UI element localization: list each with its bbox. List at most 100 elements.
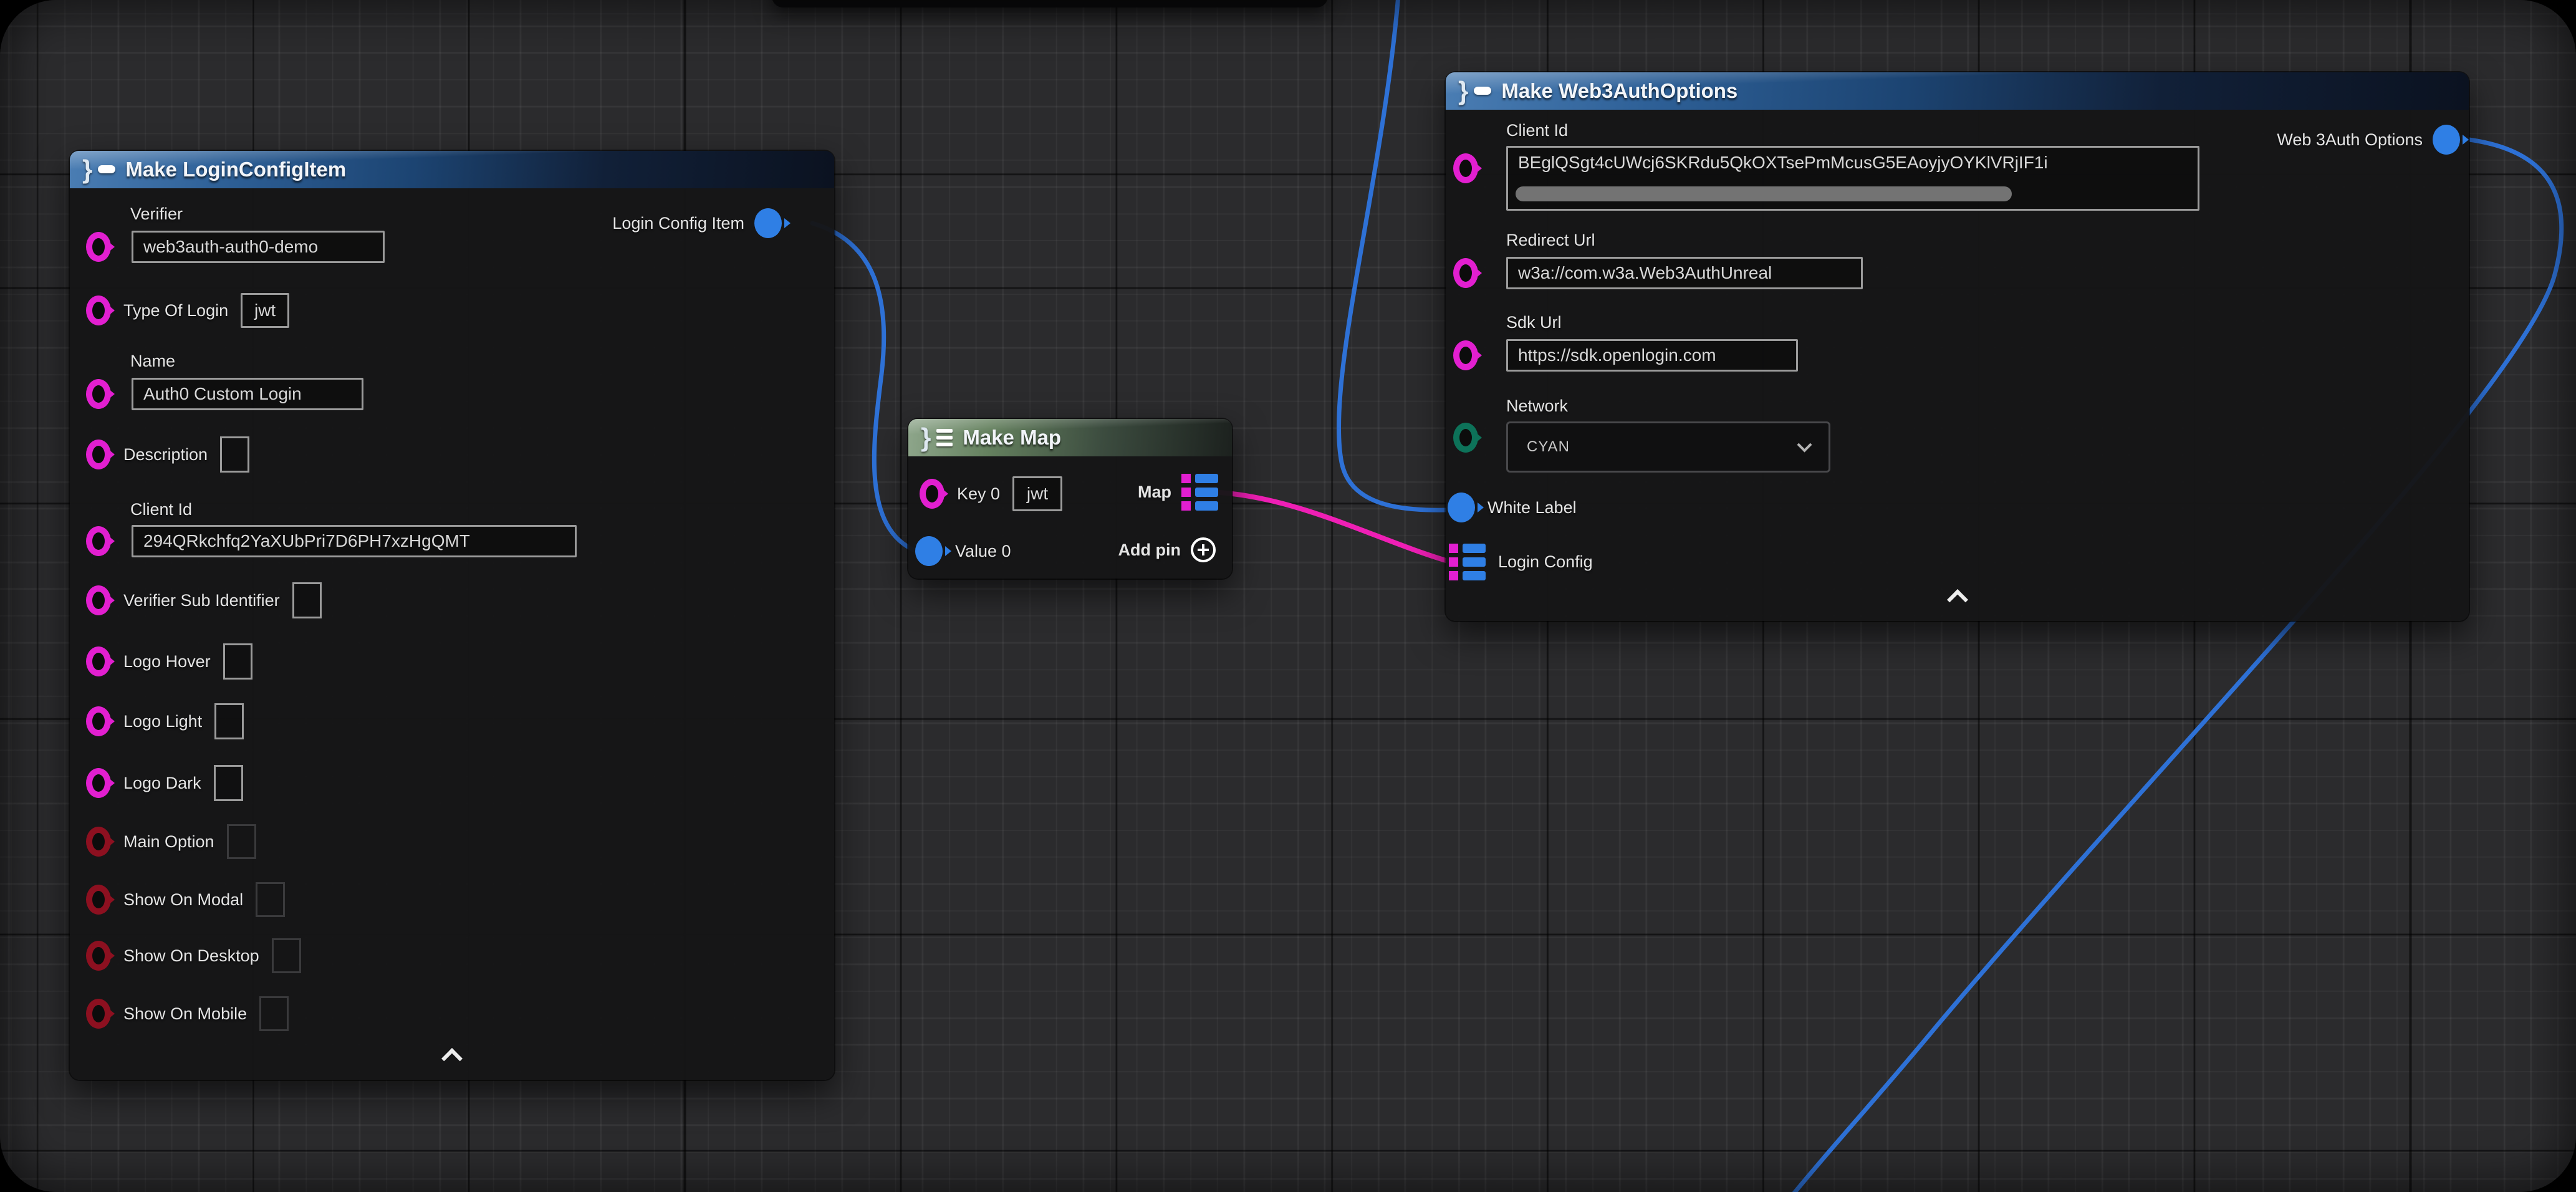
output-pin-label: Login Config Item [612, 214, 744, 233]
node-make-loginconfigitem[interactable]: } Make LoginConfigItem Login Config Item… [70, 151, 834, 1080]
main-option-row: Main Option [86, 824, 256, 859]
network-pin[interactable] [1453, 423, 1478, 453]
client-id-pin[interactable] [86, 526, 111, 556]
show-on-modal-label: Show On Modal [123, 890, 243, 910]
redirect-url-label: Redirect Url [1506, 231, 1595, 250]
show-on-mobile-row: Show On Mobile [86, 996, 289, 1031]
verifier-sub-identifier-row: Verifier Sub Identifier [86, 582, 322, 618]
value0-label: Value 0 [955, 542, 1011, 561]
description-field[interactable] [220, 436, 249, 473]
key0-row: Key 0 jwt [920, 476, 1062, 511]
logo-light-field[interactable] [214, 703, 244, 739]
white-label-row: White Label [1448, 493, 1577, 522]
white-label-pin[interactable] [1448, 493, 1475, 522]
logo-light-label: Logo Light [123, 712, 202, 731]
client-id-field[interactable]: BEglQSgt4cUWcj6SKRdu5QkOXTsePmMcusG5EAoy… [1506, 146, 2199, 211]
logo-light-pin[interactable] [86, 706, 111, 736]
client-id-pin[interactable] [1453, 153, 1478, 183]
main-option-label: Main Option [123, 832, 214, 852]
sdk-url-field[interactable]: https://sdk.openlogin.com [1506, 339, 1798, 372]
type-of-login-row: Type Of Login jwt [86, 293, 289, 328]
wire-top-to-whitelabel[interactable] [1338, 0, 1449, 510]
sdk-url-pin[interactable] [1453, 340, 1478, 370]
login-config-pin[interactable] [1449, 544, 1486, 580]
add-pin-row[interactable]: Add pin [1118, 537, 1216, 562]
logo-hover-label: Logo Hover [123, 652, 211, 671]
add-pin-label: Add pin [1118, 541, 1181, 560]
sdk-url-label: Sdk Url [1506, 313, 1562, 332]
login-config-item-output-pin[interactable] [754, 208, 782, 238]
type-of-login-field[interactable]: jwt [241, 293, 289, 328]
map-output-pin[interactable] [1181, 474, 1218, 511]
type-of-login-label: Type Of Login [123, 301, 228, 320]
blueprint-editor: } Make LoginConfigItem Login Config Item… [0, 0, 2576, 1192]
redirect-url-pin[interactable] [1453, 258, 1478, 288]
show-on-desktop-row: Show On Desktop [86, 938, 301, 973]
verifier-pin[interactable] [86, 232, 111, 262]
show-on-modal-checkbox[interactable] [256, 882, 285, 917]
show-on-mobile-pin[interactable] [86, 999, 111, 1029]
description-label: Description [123, 445, 208, 464]
description-pin[interactable] [86, 440, 111, 469]
show-on-mobile-checkbox[interactable] [259, 996, 289, 1031]
verifier-sub-identifier-pin[interactable] [86, 585, 111, 615]
verifier-sub-identifier-label: Verifier Sub Identifier [123, 591, 280, 610]
add-pin-plus-icon[interactable] [1191, 537, 1216, 562]
output-pin-label: Web 3Auth Options [2277, 130, 2423, 150]
white-label-label: White Label [1487, 498, 1577, 517]
node-header[interactable]: } Make Map [908, 419, 1232, 456]
node-title: Make Web3AuthOptions [1501, 79, 1737, 103]
wire-map-to-loginconfig[interactable] [1219, 493, 1450, 562]
graph-canvas[interactable]: } Make LoginConfigItem Login Config Item… [0, 0, 2576, 1192]
network-selected-value: CYAN [1527, 438, 1570, 456]
verifier-sub-identifier-field[interactable] [292, 582, 322, 618]
node-header[interactable]: } Make Web3AuthOptions [1446, 72, 2469, 110]
collapse-chevron-icon[interactable] [441, 1048, 463, 1069]
web3auth-options-output-pin[interactable] [2433, 125, 2460, 155]
logo-hover-field[interactable] [223, 643, 252, 680]
logo-dark-label: Logo Dark [123, 774, 201, 793]
logo-hover-pin[interactable] [86, 646, 111, 676]
client-id-field[interactable]: 294QRkchfq2YaXUbPri7D6PH7xzHgQMT [132, 525, 577, 557]
show-on-desktop-checkbox[interactable] [272, 938, 301, 973]
logo-dark-field[interactable] [214, 765, 243, 801]
make-container-icon: } [921, 426, 953, 449]
verifier-field[interactable]: web3auth-auth0-demo [132, 231, 385, 263]
type-of-login-pin[interactable] [86, 296, 111, 325]
make-struct-icon: } [82, 158, 115, 181]
show-on-modal-pin[interactable] [86, 885, 111, 915]
client-id-label: Client Id [1506, 121, 1568, 140]
name-field[interactable]: Auth0 Custom Login [132, 378, 363, 410]
node-title: Make LoginConfigItem [125, 158, 346, 181]
show-on-mobile-label: Show On Mobile [123, 1004, 247, 1024]
logo-dark-row: Logo Dark [86, 765, 243, 801]
login-config-label: Login Config [1498, 552, 1593, 572]
offscreen-node-edge[interactable] [772, 0, 1328, 7]
node-make-web3authoptions[interactable]: } Make Web3AuthOptions Web 3Auth Options… [1446, 72, 2469, 621]
name-pin[interactable] [86, 379, 111, 409]
client-id-value: BEglQSgt4cUWcj6SKRdu5QkOXTsePmMcusG5EAoy… [1518, 153, 2048, 173]
name-label: Name [130, 352, 175, 371]
make-struct-icon: } [1458, 79, 1491, 103]
key0-field[interactable]: jwt [1012, 476, 1062, 511]
network-dropdown[interactable]: CYAN [1506, 421, 1830, 473]
logo-light-row: Logo Light [86, 703, 244, 739]
output-row: Web 3Auth Options [2277, 125, 2460, 155]
collapse-chevron-icon[interactable] [1947, 589, 1968, 610]
value0-pin[interactable] [915, 536, 943, 566]
node-make-map[interactable]: } Make Map Key 0 jwt Map Value 0 Add pin [908, 419, 1232, 579]
show-on-desktop-pin[interactable] [86, 941, 111, 971]
value0-row: Value 0 [915, 536, 1011, 566]
node-title: Make Map [963, 426, 1061, 449]
node-header[interactable]: } Make LoginConfigItem [70, 151, 834, 188]
key0-pin[interactable] [920, 479, 944, 509]
network-label: Network [1506, 397, 1568, 416]
map-output-row: Map [1138, 474, 1218, 511]
client-id-label: Client Id [130, 500, 192, 519]
main-option-pin[interactable] [86, 827, 111, 857]
client-id-scrollbar[interactable] [1516, 186, 2012, 201]
show-on-modal-row: Show On Modal [86, 882, 285, 917]
logo-dark-pin[interactable] [86, 768, 111, 798]
redirect-url-field[interactable]: w3a://com.w3a.Web3AuthUnreal [1506, 257, 1863, 289]
main-option-checkbox[interactable] [227, 824, 256, 859]
